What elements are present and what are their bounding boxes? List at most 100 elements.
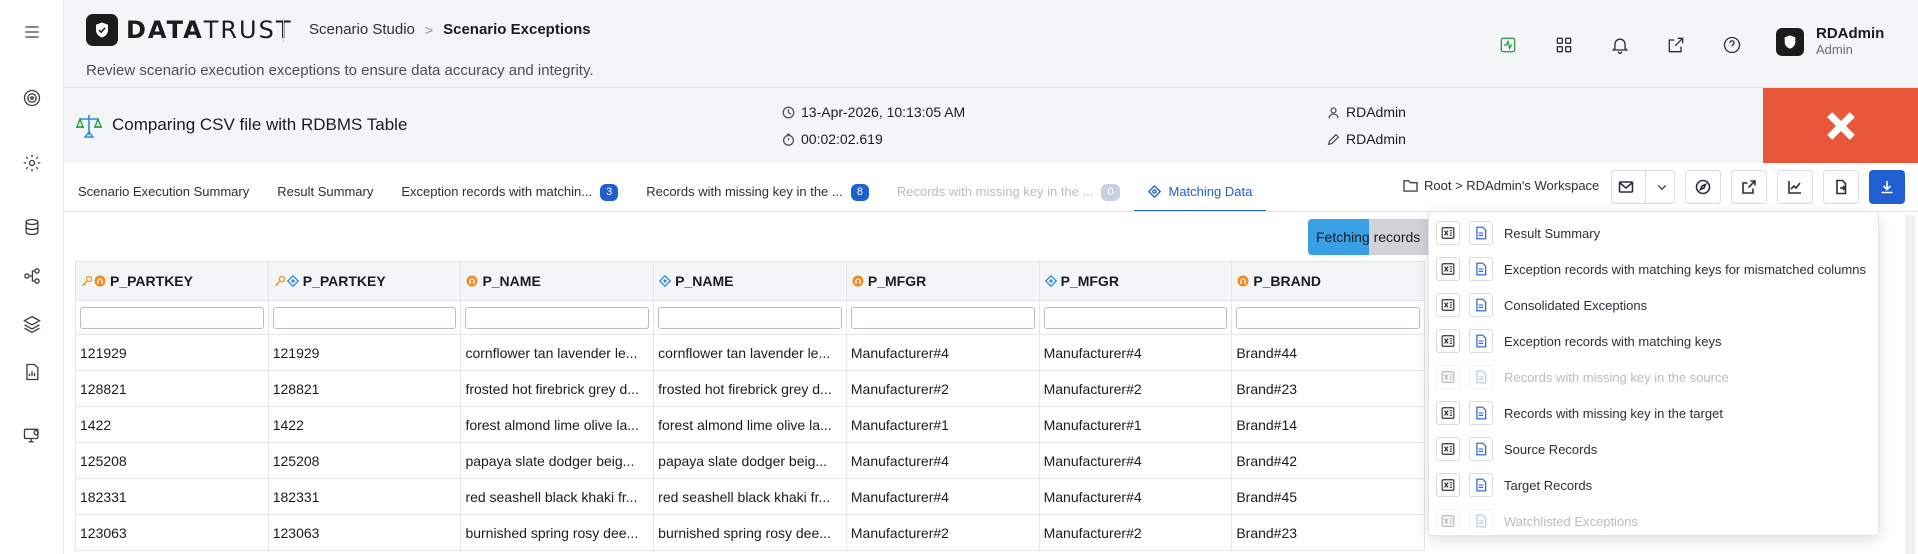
document-download-button[interactable] [1469, 329, 1493, 353]
hamburger-menu-icon[interactable] [20, 20, 44, 44]
excel-download-button[interactable] [1436, 257, 1460, 281]
column-filter-input[interactable] [658, 307, 842, 329]
email-split-button[interactable] [1611, 170, 1675, 204]
export-file-button[interactable] [1823, 170, 1859, 204]
open-external-button[interactable] [1731, 170, 1767, 204]
download-menu-item-label: Source Records [1504, 441, 1598, 457]
column-filter-input[interactable] [1043, 307, 1228, 329]
help-icon[interactable] [1717, 30, 1747, 60]
cell-value: Manufacturer#1 [1043, 416, 1142, 433]
compare-balance-icon [75, 115, 103, 138]
brand-logo[interactable]: DATATRUST [86, 14, 293, 46]
table-row[interactable]: 123063 123063 burnished spring rosy dee...… [76, 515, 1426, 551]
toolbar [1611, 170, 1905, 204]
column-icons [81, 275, 106, 287]
grid-header-row: P_PARTKEY P_PARTKEY P_NAME P_NAME P_MFGR P_MF… [76, 261, 1426, 301]
excel-download-button[interactable] [1436, 473, 1460, 497]
column-header[interactable]: P_MFGR [847, 262, 1040, 300]
scenario-modified-by: RDAdmin [1327, 131, 1406, 147]
cell-value: frosted hot firebrick grey d... [658, 380, 832, 397]
download-menu-item-label: Exception records with matching keys for… [1504, 261, 1866, 277]
download-menu-item-label: Target Records [1504, 477, 1593, 493]
chart-button[interactable] [1777, 170, 1813, 204]
cell-value: cornflower tan lavender le... [658, 344, 831, 361]
excel-download-button[interactable] [1436, 437, 1460, 461]
download-menu-item-label: Exception records with matching keys [1504, 333, 1722, 349]
download-menu-item[interactable]: Records with missing key in the target [1429, 395, 1878, 431]
close-button[interactable] [1763, 88, 1918, 163]
download-button[interactable] [1869, 170, 1905, 204]
excel-download-button[interactable] [1436, 401, 1460, 425]
table-row[interactable]: 128821 128821 frosted hot firebrick grey d… [76, 371, 1426, 407]
column-header[interactable]: P_PARTKEY [269, 262, 462, 300]
document-download-button[interactable] [1469, 437, 1493, 461]
table-row[interactable]: 1422 1422 forest almond lime olive la... fo… [76, 407, 1426, 443]
download-menu-item[interactable]: Target Records [1429, 467, 1878, 503]
user-role: Admin [1816, 42, 1853, 57]
document-download-button[interactable] [1469, 293, 1493, 317]
user-profile[interactable]: RDAdmin Admin [1776, 26, 1884, 58]
download-menu-item[interactable]: Exception records with matching keys for… [1429, 251, 1878, 287]
mail-icon [1618, 181, 1634, 193]
column-header[interactable]: P_NAME [654, 262, 847, 300]
file-export-icon [1836, 179, 1847, 195]
report-icon[interactable] [20, 360, 44, 384]
table-cell: Manufacturer#2 [847, 371, 1040, 406]
document-download-button[interactable] [1469, 473, 1493, 497]
column-filter-input[interactable] [272, 307, 457, 329]
close-icon [1826, 111, 1855, 140]
shield-logo-icon [86, 14, 118, 46]
execution-duration: 00:02:02.619 [782, 131, 883, 147]
cell-value: red seashell black khaki fr... [658, 488, 831, 505]
document-download-button[interactable] [1469, 257, 1493, 281]
workspace-path[interactable]: Root > RDAdmin's Workspace [1403, 178, 1599, 193]
table-row[interactable]: 125208 125208 papaya slate dodger beig... p… [76, 443, 1426, 479]
column-header[interactable]: P_BRAND [1232, 262, 1426, 300]
table-cell: Manufacturer#2 [847, 515, 1040, 550]
settings-icon[interactable] [20, 151, 44, 175]
compass-button[interactable] [1685, 170, 1721, 204]
excel-download-button[interactable] [1436, 221, 1460, 245]
cell-value: Manufacturer#2 [850, 380, 949, 397]
tab-exception-records[interactable]: Exception records with matchin... 3 [387, 176, 632, 212]
breadcrumb-scenario-studio[interactable]: Scenario Studio [309, 21, 415, 38]
download-menu-item[interactable]: Source Records [1429, 431, 1878, 467]
column-header[interactable]: P_PARTKEY [76, 262, 269, 300]
database-icon[interactable] [20, 215, 44, 239]
column-header[interactable]: P_MFGR [1040, 262, 1233, 300]
column-header[interactable]: P_NAME [461, 262, 655, 300]
table-row[interactable]: 182331 182331 red seashell black khaki fr.… [76, 479, 1426, 515]
activity-monitor-icon[interactable] [1493, 30, 1523, 60]
target-icon[interactable] [20, 86, 44, 110]
vertical-scrollbar[interactable] [1905, 215, 1915, 554]
column-filter-input[interactable] [1236, 307, 1421, 329]
tab-missing-key-target[interactable]: Records with missing key in the ... 8 [632, 176, 883, 212]
cell-value: red seashell black khaki fr... [465, 488, 638, 505]
column-filter-input[interactable] [465, 307, 650, 329]
tab-matching-data[interactable]: Matching Data [1133, 176, 1267, 212]
column-icons [659, 275, 672, 287]
download-menu-item[interactable]: Consolidated Exceptions [1429, 287, 1878, 323]
download-menu-item[interactable]: Result Summary [1429, 215, 1878, 251]
tab-result-summary[interactable]: Result Summary [263, 176, 387, 212]
document-download-button[interactable] [1469, 401, 1493, 425]
monitor-settings-icon[interactable] [20, 424, 44, 448]
external-link-icon[interactable] [1661, 30, 1691, 60]
download-menu: Result Summary Exception records with mat… [1428, 211, 1879, 536]
table-row[interactable]: 121929 121929 cornflower tan lavender le..… [76, 335, 1426, 371]
layers-icon[interactable] [20, 312, 44, 336]
tab-scenario-execution-summary[interactable]: Scenario Execution Summary [64, 176, 263, 212]
excel-download-button[interactable] [1436, 329, 1460, 353]
table-cell: Brand#44 [1232, 335, 1426, 370]
column-filter-input[interactable] [80, 307, 264, 329]
workflow-icon[interactable] [20, 264, 44, 288]
download-menu-item-label: Consolidated Exceptions [1504, 297, 1648, 313]
download-menu-item[interactable]: Exception records with matching keys [1429, 323, 1878, 359]
apps-grid-icon[interactable] [1549, 30, 1579, 60]
document-download-button[interactable] [1469, 221, 1493, 245]
notification-bell-icon[interactable] [1605, 30, 1635, 60]
column-filter-input[interactable] [850, 307, 1035, 329]
table-cell: Brand#23 [1232, 371, 1426, 406]
table-cell: Brand#42 [1232, 443, 1426, 478]
excel-download-button[interactable] [1436, 293, 1460, 317]
